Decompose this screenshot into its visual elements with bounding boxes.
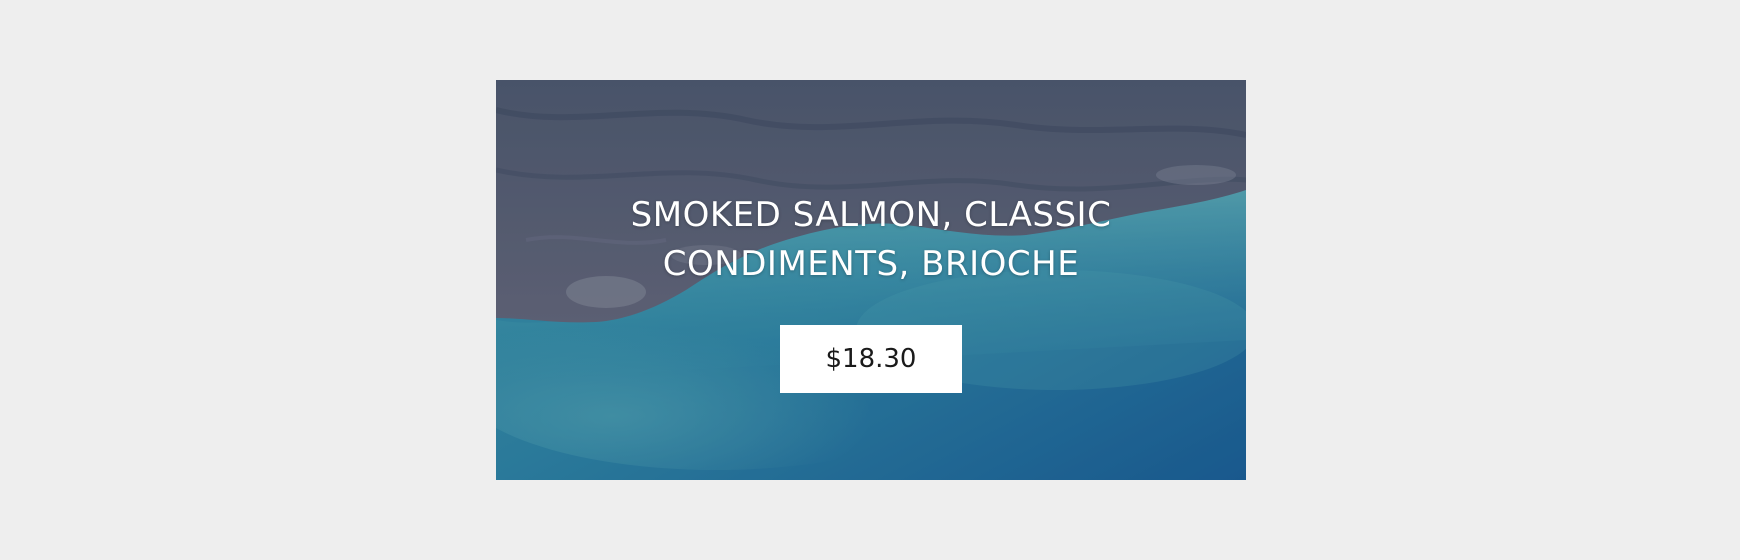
price-button[interactable]: $18.30 — [780, 325, 962, 393]
product-title: SMOKED SALMON, CLASSIC CONDIMENTS, BRIOC… — [630, 195, 1112, 284]
product-card[interactable]: SMOKED SALMON, CLASSIC CONDIMENTS, BRIOC… — [496, 80, 1246, 480]
page: SMOKED SALMON, CLASSIC CONDIMENTS, BRIOC… — [0, 0, 1740, 560]
product-card-content: SMOKED SALMON, CLASSIC CONDIMENTS, BRIOC… — [496, 80, 1246, 480]
